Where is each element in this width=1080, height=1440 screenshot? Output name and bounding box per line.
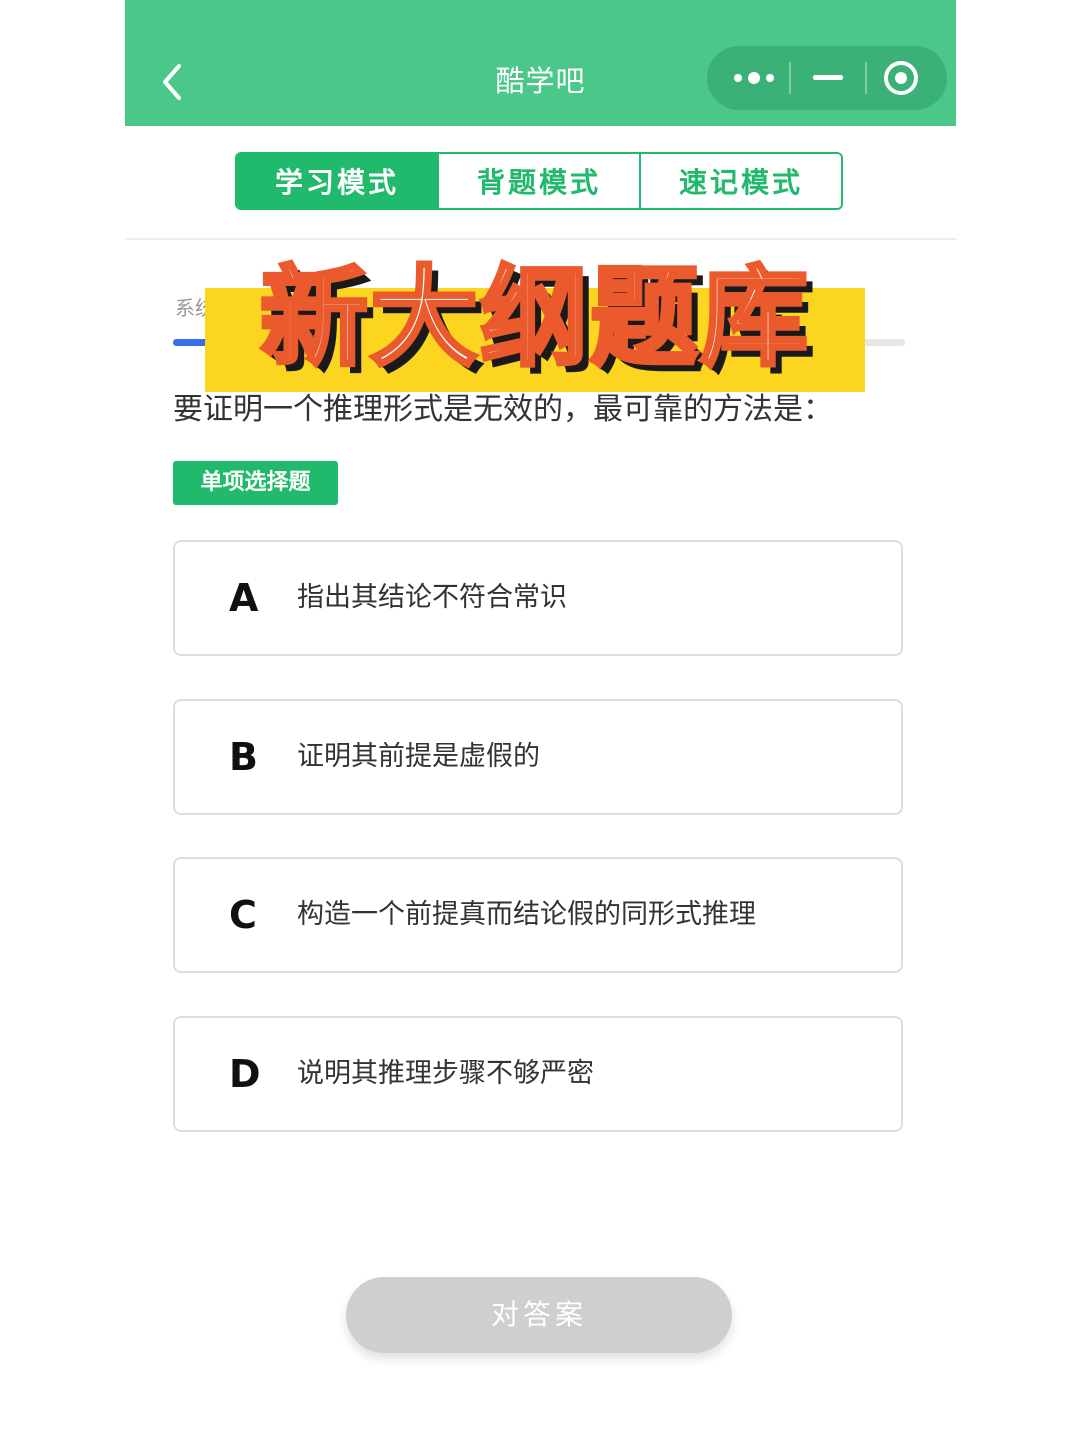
option-b[interactable]: B 证明其前提是虚假的 xyxy=(173,699,903,815)
check-answer-button[interactable]: 对答案 xyxy=(346,1277,732,1353)
banner-title: 新大纲题库 xyxy=(258,254,810,383)
tab-recite-mode[interactable]: 背题模式 xyxy=(439,154,641,208)
option-text: 说明其推理步骤不够严密 xyxy=(297,1058,594,1089)
option-letter: C xyxy=(229,893,257,937)
more-button[interactable] xyxy=(729,58,779,98)
option-text: 指出其结论不符合常识 xyxy=(297,582,567,613)
question-text: 要证明一个推理形式是无效的，最可靠的方法是： xyxy=(173,392,833,427)
option-c[interactable]: C 构造一个前提真而结论假的同形式推理 xyxy=(173,857,903,973)
mini-program-capsule xyxy=(707,46,947,110)
question-type-badge: 单项选择题 xyxy=(173,461,338,505)
option-d[interactable]: D 说明其推理步骤不够严密 xyxy=(173,1016,903,1132)
target-close-icon xyxy=(884,61,918,95)
tab-study-mode[interactable]: 学习模式 xyxy=(237,154,439,208)
option-letter: B xyxy=(229,735,258,779)
option-text: 证明其前提是虚假的 xyxy=(297,741,540,772)
option-letter: A xyxy=(229,576,259,620)
tab-quick-memory-mode[interactable]: 速记模式 xyxy=(641,154,841,208)
mode-tabs-bar: 学习模式 背题模式 速记模式 xyxy=(125,126,956,240)
option-letter: D xyxy=(229,1052,261,1096)
mode-tabs: 学习模式 背题模式 速记模式 xyxy=(235,152,843,210)
app-header: 酷学吧 xyxy=(125,0,956,126)
more-dots-icon xyxy=(734,72,774,84)
option-a[interactable]: A 指出其结论不符合常识 xyxy=(173,540,903,656)
minimize-icon xyxy=(813,75,843,80)
minimize-button[interactable] xyxy=(805,58,851,98)
capsule-divider xyxy=(865,62,867,94)
capsule-divider xyxy=(789,62,791,94)
option-text: 构造一个前提真而结论假的同形式推理 xyxy=(297,899,756,930)
close-button[interactable] xyxy=(879,58,923,98)
app-screen: 酷学吧 学习模式 背题模式 速记模式 系统 要证明一个推理形式是无效的，最可靠的… xyxy=(125,0,956,1440)
